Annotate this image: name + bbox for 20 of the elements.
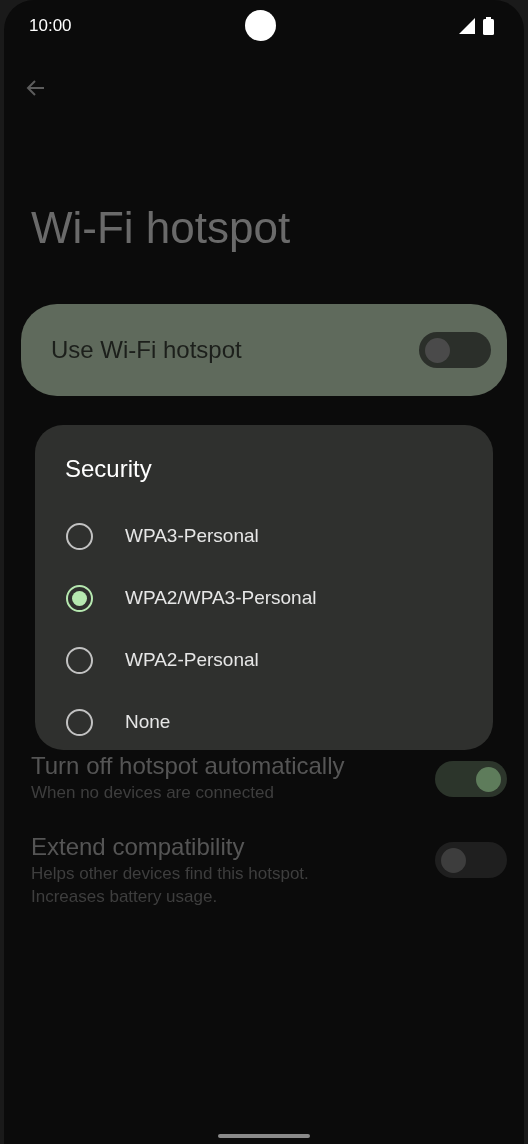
dialog-title: Security — [64, 454, 152, 484]
toggle-switch[interactable] — [419, 332, 491, 368]
main-toggle-label: Use Wi-Fi hotspot — [51, 335, 242, 365]
radio-button[interactable] — [66, 708, 93, 736]
toggle-switch[interactable] — [435, 761, 507, 797]
status-time: 10:00 — [29, 15, 72, 38]
radio-option[interactable]: WPA2/WPA3-Personal — [35, 567, 493, 629]
setting-title: Turn off hotspot automatically — [31, 751, 345, 781]
radio-option[interactable]: None — [35, 691, 493, 753]
radio-button[interactable] — [66, 646, 93, 674]
page-title: Wi-Fi hotspot — [30, 202, 292, 254]
setting-title: Extend compatibility — [31, 832, 246, 862]
radio-button[interactable] — [66, 584, 93, 612]
radio-option[interactable]: WPA2-Personal — [35, 629, 493, 691]
signal-icon — [459, 18, 475, 34]
camera-cutout — [245, 10, 276, 41]
toggle-switch[interactable] — [435, 842, 507, 878]
radio-button[interactable] — [66, 522, 93, 550]
battery-icon — [483, 17, 494, 35]
radio-option[interactable]: WPA3-Personal — [35, 505, 493, 567]
